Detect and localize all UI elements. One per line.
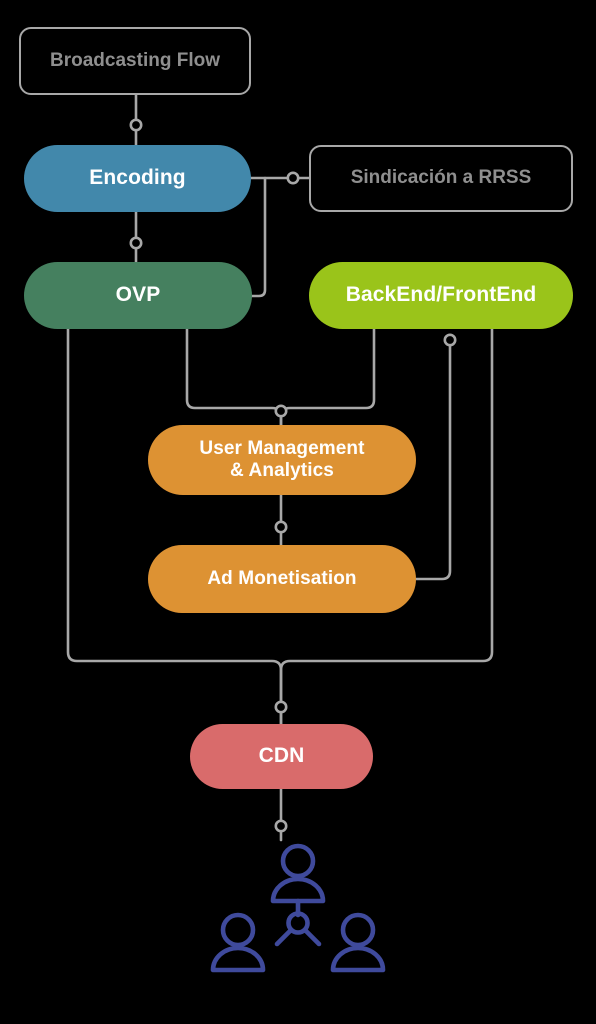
wire-encoding-to-ovp-right (250, 176, 267, 298)
connector-dot-merge-usermanagement (274, 404, 288, 418)
node-broadcasting-flow[interactable]: Broadcasting Flow (19, 27, 251, 95)
spoke-right (303, 928, 322, 947)
diagram-canvas: Broadcasting Flow Encoding Sindicación a… (0, 0, 596, 1024)
person-top-body (270, 876, 326, 904)
person-top-head (280, 843, 316, 879)
node-encoding[interactable]: Encoding (24, 145, 251, 212)
node-user-management-analytics-label: User Management & Analytics (199, 437, 365, 481)
connector-dot-encoding-ovp (129, 236, 143, 250)
spoke-left (274, 928, 293, 947)
connector-dot-usermanagement-ad (274, 520, 288, 534)
node-ad-monetisation-label: Ad Monetisation (207, 567, 357, 589)
node-backend-frontend-label: BackEnd/FrontEnd (345, 283, 537, 307)
node-ovp[interactable]: OVP (24, 262, 252, 329)
node-cdn-label: CDN (258, 744, 305, 768)
node-backend-frontend[interactable]: BackEnd/FrontEnd (309, 262, 573, 329)
node-encoding-label: Encoding (89, 166, 186, 190)
person-left-body (210, 945, 266, 973)
node-broadcasting-flow-label: Broadcasting Flow (50, 49, 220, 71)
node-sindicacion-a-rrss-label: Sindicación a RRSS (350, 167, 532, 189)
wire-ovp-to-cdn (66, 327, 283, 726)
person-right-head (340, 912, 376, 948)
node-sindicacion-a-rrss[interactable]: Sindicación a RRSS (309, 145, 573, 212)
connector-dot-backend-ad (443, 333, 457, 347)
connector-dot-merge-cdn (274, 700, 288, 714)
node-cdn[interactable]: CDN (190, 724, 373, 789)
wire-backend-to-usermanagement (279, 327, 376, 427)
people-network-icon (210, 843, 386, 973)
node-user-management-analytics[interactable]: User Management & Analytics (148, 425, 416, 495)
person-right-body (330, 945, 386, 973)
connector-dot-encoding-sindicacion (286, 171, 300, 185)
node-ovp-label: OVP (115, 283, 161, 307)
node-ad-monetisation[interactable]: Ad Monetisation (148, 545, 416, 613)
wire-backend-to-admonetisation (414, 338, 452, 581)
person-left-head (220, 912, 256, 948)
wire-ovp-to-usermanagement (185, 327, 283, 427)
connector-dot-cdn-audience (274, 819, 288, 833)
wire-backend-to-cdn (279, 327, 494, 726)
connector-dot-broadcasting-encoding (129, 118, 143, 132)
